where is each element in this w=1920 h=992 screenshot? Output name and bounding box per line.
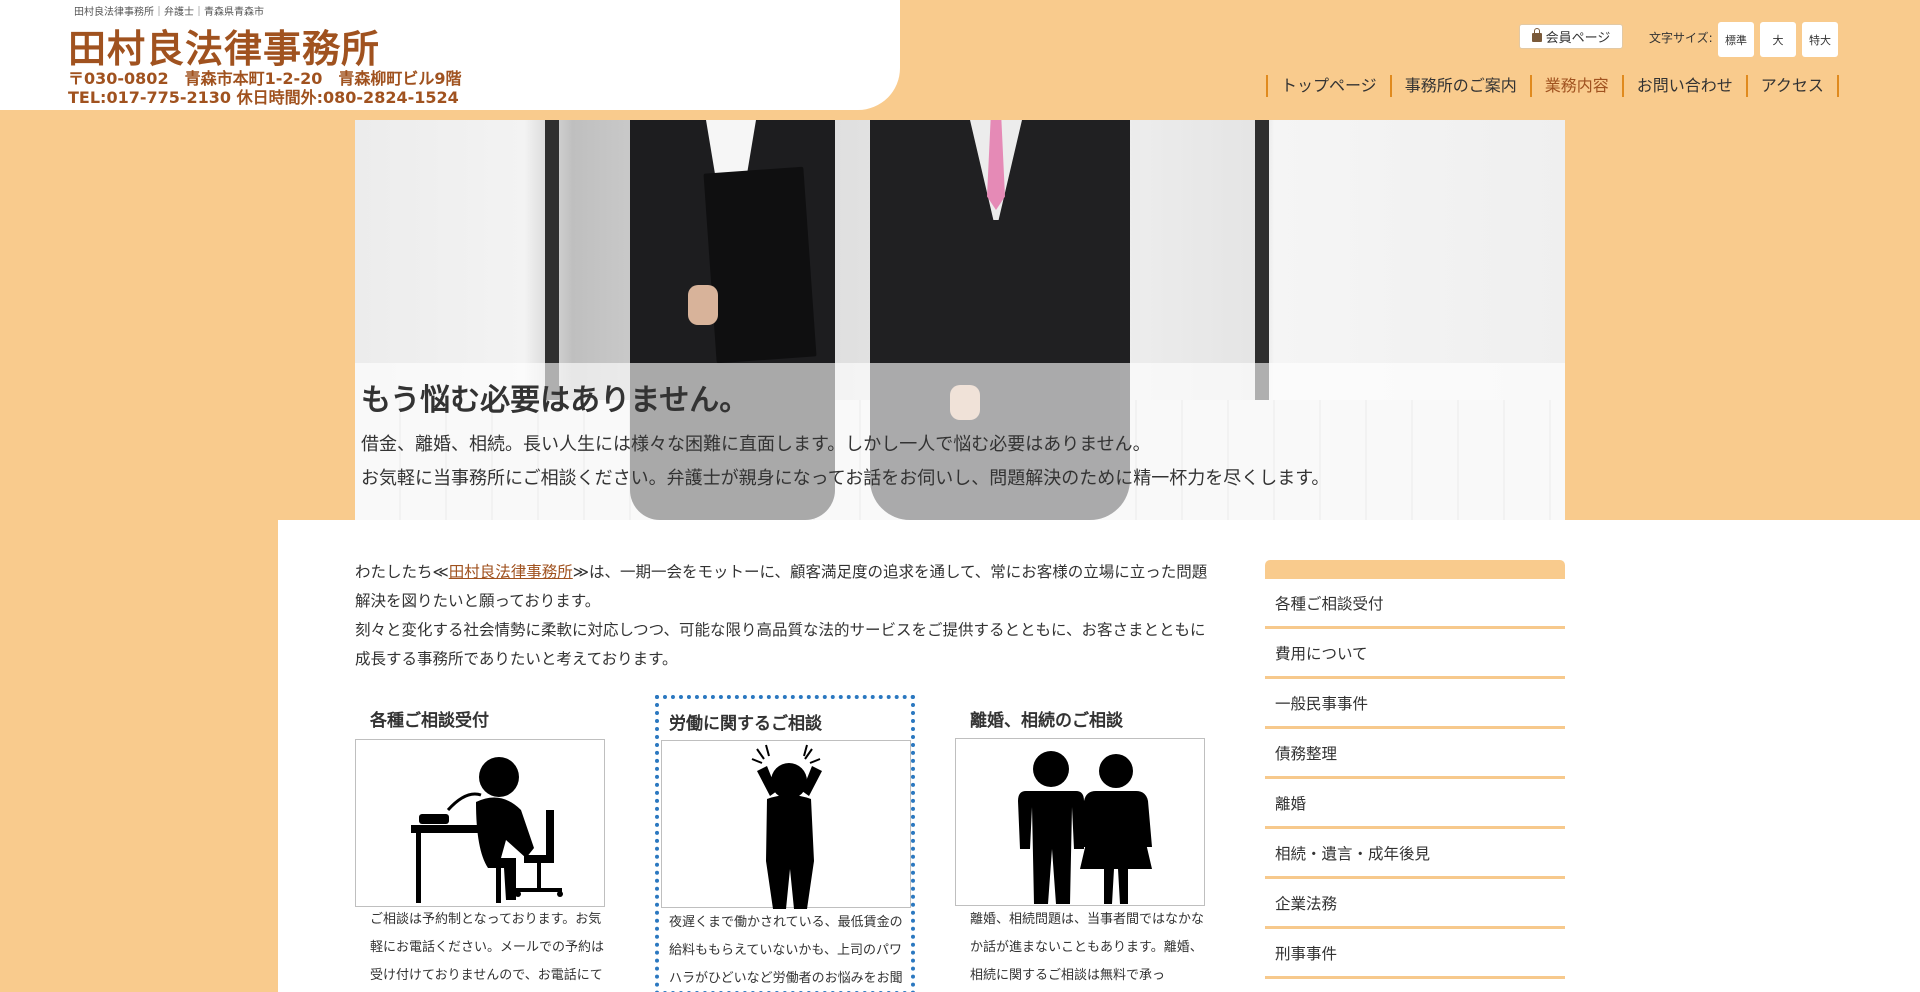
nav-access[interactable]: アクセス [1748, 75, 1839, 97]
card-title: 離婚、相続のご相談 [970, 711, 1123, 731]
site-tagline: 田村良法律事務所｜弁護士｜青森県青森市 [74, 7, 264, 18]
card-image [955, 738, 1205, 906]
member-page-button[interactable]: 会員ページ [1519, 24, 1623, 49]
phone-at-desk-icon [411, 757, 563, 903]
couple-icon [1018, 751, 1152, 904]
address-text: 〒030-0802 青森市本町1-2-20 青森柳町ビル9階 [68, 69, 462, 88]
card-text: 夜遅くまで働かされている、最低賃金の給料ももらえていないかも、上司のパワハラがひ… [669, 915, 903, 986]
font-size-label: 文字サイズ: [1649, 31, 1713, 45]
stressed-person-icon [751, 744, 822, 909]
global-nav: トップページ 事務所のご案内 業務内容 お問い合わせ アクセス [1266, 75, 1839, 97]
sidebar-cap [1265, 560, 1565, 579]
intro-paragraph-1: わたしたち≪田村良法律事務所≫は、一期一会をモットーに、顧客満足度の追求を通して… [355, 563, 1208, 610]
nav-services[interactable]: 業務内容 [1532, 75, 1624, 97]
hero-caption: もう悩む必要はありません。 借金、離婚、相続。長い人生には様々な困難に直面します… [355, 363, 1565, 520]
font-size-large-button[interactable]: 大 [1760, 22, 1796, 57]
font-size-xlarge-button[interactable]: 特大 [1802, 22, 1838, 57]
hero-banner: もう悩む必要はありません。 借金、離婚、相続。長い人生には様々な困難に直面します… [355, 120, 1565, 520]
sidebar-item-criminal[interactable]: 刑事事件 [1265, 929, 1565, 979]
service-card-labor[interactable]: 労働に関するご相談 夜遅くまで働かされている、最低賃金の給料ももらえていないかも… [655, 695, 915, 992]
sidebar-item-fees[interactable]: 費用について [1265, 629, 1565, 679]
service-card-divorce-inheritance[interactable]: 離婚、相続のご相談 離婚、相続問題は、当事者間ではなかなか話が進まないこともあり… [955, 706, 1215, 992]
card-image [661, 740, 911, 909]
intro-paragraph-2: 刻々と変化する社会情勢に柔軟に対応しつつ、可能な限り高品質な法的サービスをご提供… [355, 621, 1206, 668]
main-content: わたしたち≪田村良法律事務所≫は、一期一会をモットーに、顧客満足度の追求を通して… [278, 520, 1920, 992]
intro-text: わたしたち≪田村良法律事務所≫は、一期一会をモットーに、顧客満足度の追求を通して… [355, 558, 1215, 674]
site-title[interactable]: 田村良法律事務所 [68, 18, 380, 73]
nav-top[interactable]: トップページ [1268, 75, 1392, 97]
card-image [355, 739, 605, 907]
card-title: 各種ご相談受付 [370, 711, 489, 731]
contact-info: 〒030-0802 青森市本町1-2-20 青森柳町ビル9階 TEL:017-7… [68, 69, 462, 107]
sidebar-menu: 各種ご相談受付 費用について 一般民事事件 債務整理 離婚 相続・遺言・成年後見… [1265, 560, 1565, 979]
window-frame [1255, 120, 1269, 400]
clipboard-icon [703, 166, 817, 364]
sidebar-item-inheritance[interactable]: 相続・遺言・成年後見 [1265, 829, 1565, 879]
window-frame [545, 120, 559, 400]
sidebar-item-divorce[interactable]: 離婚 [1265, 779, 1565, 829]
card-text: 離婚、相続問題は、当事者間ではなかなか話が進まないこともあります。離婚、相続に関… [970, 912, 1205, 983]
lock-icon [1531, 28, 1542, 42]
member-page-label: 会員ページ [1545, 31, 1611, 46]
card-text: ご相談は予約制となっております。お気軽にお電話ください。メールでの予約は受け付け… [370, 912, 605, 983]
nav-office[interactable]: 事務所のご案内 [1392, 75, 1532, 97]
sidebar-item-civil[interactable]: 一般民事事件 [1265, 679, 1565, 729]
sidebar-item-debt[interactable]: 債務整理 [1265, 729, 1565, 779]
hero-heading: もう悩む必要はありません。 [361, 383, 750, 418]
hero-text-line2: お気軽に当事務所にご相談ください。弁護士が親身になってお話をお伺いし、問題解決の… [361, 468, 1330, 489]
hero-text-line1: 借金、離婚、相続。長い人生には様々な困難に直面します。しかし一人で悩む必要はあり… [361, 434, 1151, 455]
tel-text: TEL:017-775-2130 休日時間外:080-2824-1524 [68, 88, 459, 107]
nav-contact[interactable]: お問い合わせ [1624, 75, 1748, 97]
sidebar-item-corporate[interactable]: 企業法務 [1265, 879, 1565, 929]
card-title: 労働に関するご相談 [669, 714, 822, 734]
office-link[interactable]: 田村良法律事務所 [449, 563, 573, 581]
sidebar-item-consultation[interactable]: 各種ご相談受付 [1265, 579, 1565, 629]
font-size-standard-button[interactable]: 標準 [1718, 22, 1754, 57]
service-card-consultation[interactable]: 各種ご相談受付 ご相談は予約制となっております。お気軽にお電話ください。メールで… [355, 706, 615, 992]
